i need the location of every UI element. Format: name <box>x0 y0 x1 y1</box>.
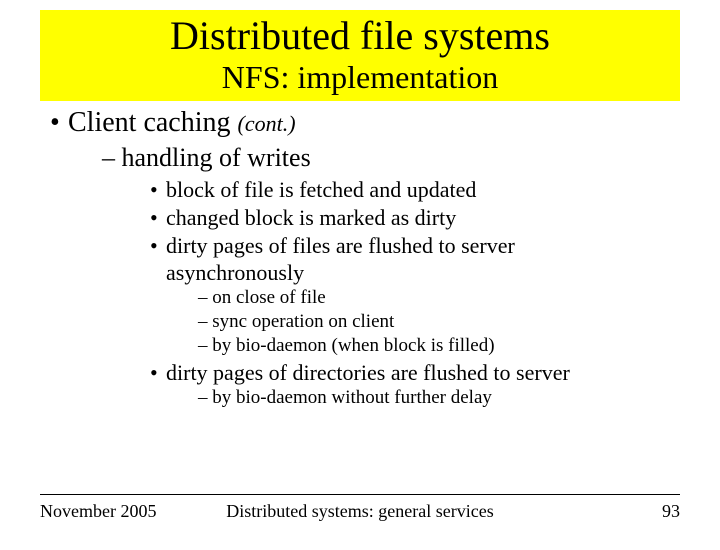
bullet-text: dirty pages of files are flushed to serv… <box>166 233 515 258</box>
bullet-level3: •block of file is fetched and updated <box>150 177 680 203</box>
bullet-dot-icon: • <box>150 205 166 231</box>
slide-footer: November 2005 Distributed systems: gener… <box>40 494 680 522</box>
bullet-cont: (cont.) <box>238 111 296 136</box>
bullet-text: by bio-daemon (when block is filled) <box>212 335 494 356</box>
bullet-level4: – on close of file <box>198 287 680 310</box>
bullet-text: block of file is fetched and updated <box>166 177 476 202</box>
bullet-level3-continuation: asynchronously <box>166 260 680 286</box>
bullet-text: dirty pages of directories are flushed t… <box>166 360 570 385</box>
slide-body: •Client caching (cont.) – handling of wr… <box>40 105 680 410</box>
dash-icon: – <box>198 335 212 356</box>
bullet-dot-icon: • <box>50 105 68 140</box>
dash-icon: – <box>198 387 212 408</box>
dash-icon: – <box>198 287 212 308</box>
bullet-dot-icon: • <box>150 360 166 386</box>
bullet-text: changed block is marked as dirty <box>166 205 456 230</box>
slide-subtitle: NFS: implementation <box>40 60 680 95</box>
title-banner: Distributed file systems NFS: implementa… <box>40 10 680 101</box>
bullet-text: sync operation on client <box>212 311 394 332</box>
bullet-text: by bio-daemon without further delay <box>212 387 492 408</box>
bullet-text: on close of file <box>212 287 325 308</box>
slide-title: Distributed file systems <box>40 14 680 58</box>
dash-icon: – <box>198 311 212 332</box>
bullet-level4: – by bio-daemon (when block is filled) <box>198 335 680 358</box>
bullet-level1: •Client caching (cont.) <box>50 105 680 140</box>
dash-icon: – <box>102 143 122 172</box>
bullet-dot-icon: • <box>150 177 166 203</box>
slide: Distributed file systems NFS: implementa… <box>0 10 720 550</box>
bullet-dot-icon: • <box>150 233 166 259</box>
bullet-text: handling of writes <box>122 143 311 172</box>
bullet-level3: •changed block is marked as dirty <box>150 205 680 231</box>
bullet-level4: – sync operation on client <box>198 311 680 334</box>
bullet-level3: •dirty pages of directories are flushed … <box>150 360 680 386</box>
footer-title: Distributed systems: general services <box>40 501 680 522</box>
footer-rule <box>40 494 680 495</box>
bullet-level2: – handling of writes <box>102 142 680 175</box>
bullet-text: Client caching <box>68 107 238 138</box>
footer-row: November 2005 Distributed systems: gener… <box>40 501 680 522</box>
bullet-level3: •dirty pages of files are flushed to ser… <box>150 233 680 259</box>
bullet-level4: – by bio-daemon without further delay <box>198 387 680 410</box>
